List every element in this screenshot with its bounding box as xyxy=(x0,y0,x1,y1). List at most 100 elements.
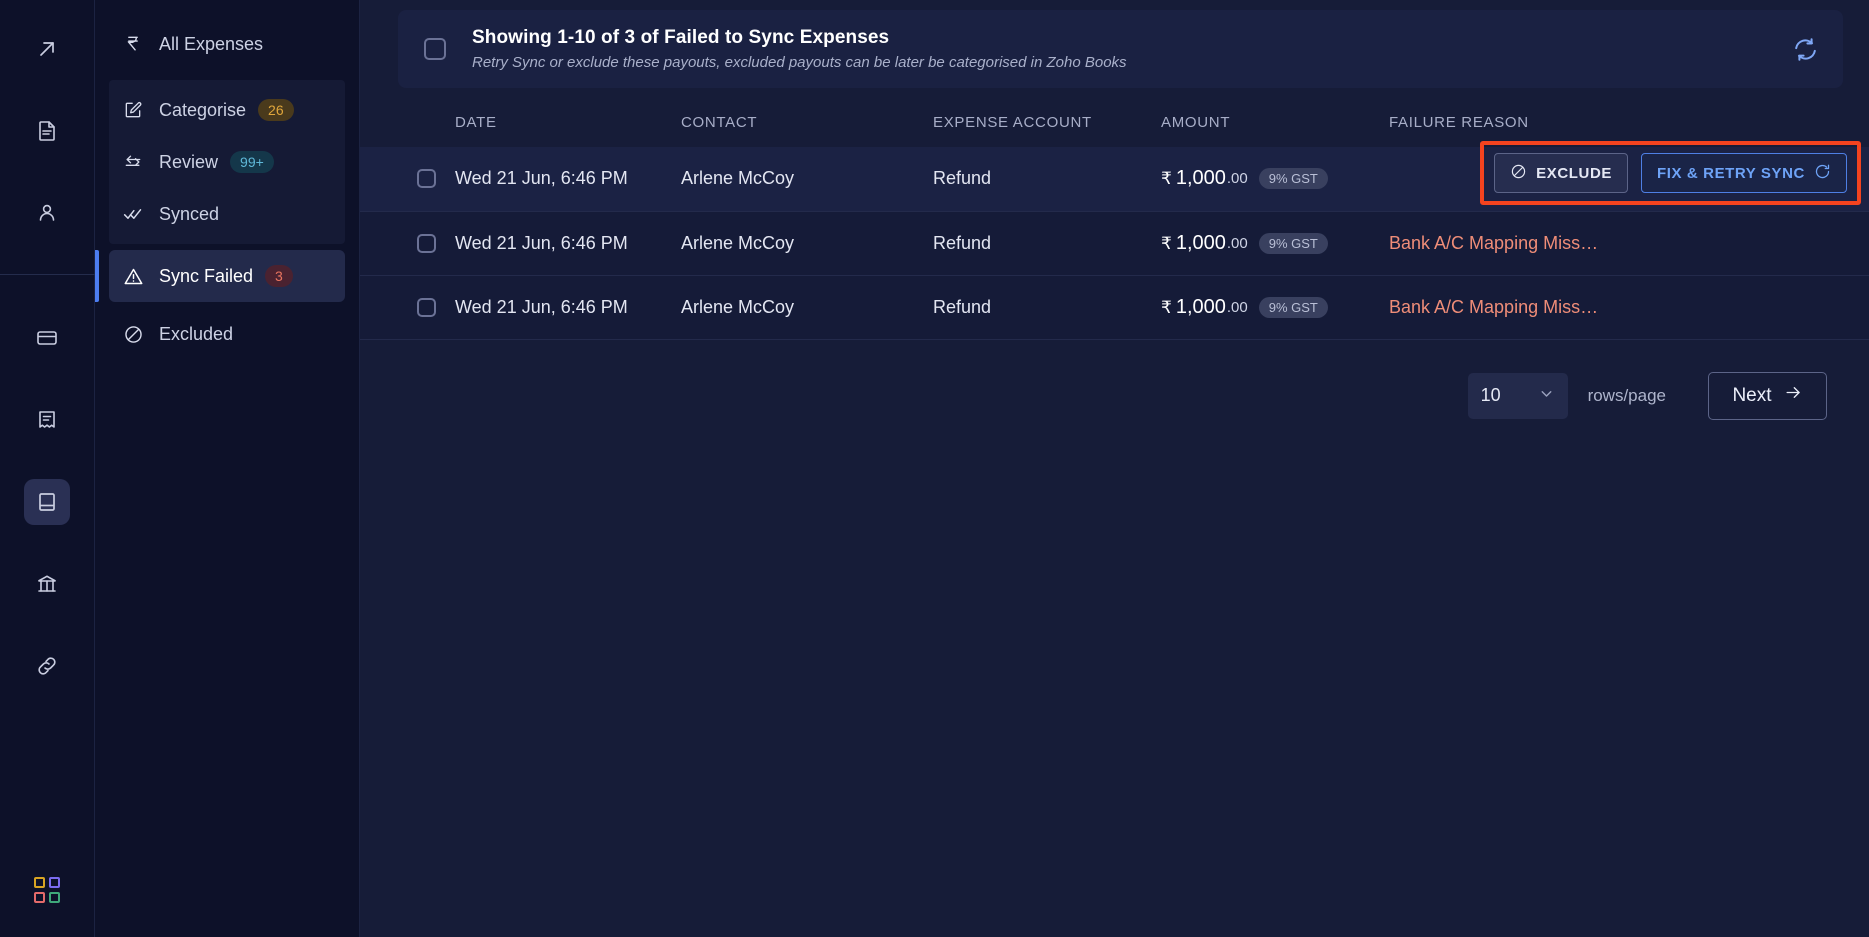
double-check-icon xyxy=(123,204,149,224)
grid-logo-square-4 xyxy=(49,892,60,903)
row-checkbox-cell xyxy=(360,275,455,339)
amount-value: ₹1,000 xyxy=(1161,167,1226,190)
arrow-right-icon xyxy=(1784,383,1803,408)
grid-logo-square-1 xyxy=(34,877,45,888)
list-header-card: Showing 1-10 of 3 of Failed to Sync Expe… xyxy=(398,10,1843,88)
expenses-table: DATE CONTACT EXPENSE ACCOUNT AMOUNT FAIL… xyxy=(360,88,1869,340)
table-row[interactable]: Wed 21 Jun, 6:46 PM Arlene McCoy Refund … xyxy=(360,211,1869,275)
sidebar-item-synced[interactable]: Synced xyxy=(109,188,345,240)
grid-logo-square-3 xyxy=(34,892,45,903)
person-icon[interactable] xyxy=(24,190,70,236)
main-content: Showing 1-10 of 3 of Failed to Sync Expe… xyxy=(360,0,1869,937)
col-header-contact: CONTACT xyxy=(681,88,933,147)
cell-date: Wed 21 Jun, 6:46 PM xyxy=(455,275,681,339)
sidebar-item-label: Categorise xyxy=(159,99,247,120)
edit-square-icon xyxy=(123,100,149,120)
col-header-checkbox xyxy=(360,88,455,147)
warning-triangle-icon xyxy=(123,266,149,287)
currency-symbol: ₹ xyxy=(1161,169,1172,189)
table-head: DATE CONTACT EXPENSE ACCOUNT AMOUNT FAIL… xyxy=(360,88,1869,147)
row-checkbox[interactable] xyxy=(417,169,436,189)
row-checkbox-cell xyxy=(360,211,455,275)
amount-number: 1,000 xyxy=(1175,231,1226,254)
refresh-icon xyxy=(1814,163,1831,184)
link-icon[interactable] xyxy=(24,643,70,689)
exclude-button-label: EXCLUDE xyxy=(1536,164,1613,182)
amount-number: 1,000 xyxy=(1175,295,1226,318)
row-checkbox[interactable] xyxy=(417,297,436,317)
card-icon[interactable] xyxy=(24,315,70,361)
sidebar-group: Categorise 26 Review 99+ Synced xyxy=(109,80,345,244)
sidebar-badge-categorise: 26 xyxy=(258,99,294,121)
col-header-expense-account: EXPENSE ACCOUNT xyxy=(933,88,1161,147)
currency-symbol: ₹ xyxy=(1161,233,1172,253)
grid-logo[interactable] xyxy=(34,877,60,903)
sidebar-item-all-expenses[interactable]: All Expenses xyxy=(109,18,345,70)
book-icon[interactable] xyxy=(24,479,70,525)
cell-contact: Arlene McCoy xyxy=(681,211,933,275)
sidebar-item-sync-failed[interactable]: Sync Failed 3 xyxy=(95,250,345,302)
fix-retry-sync-button[interactable]: FIX & RETRY SYNC xyxy=(1641,153,1847,193)
cell-expense-account: Refund xyxy=(933,147,1161,211)
next-page-button[interactable]: Next xyxy=(1708,371,1827,420)
amount-decimals: .00 xyxy=(1226,234,1248,252)
amount-value: ₹1,000 xyxy=(1161,232,1226,255)
page-title: Showing 1-10 of 3 of Failed to Sync Expe… xyxy=(472,27,890,48)
currency-symbol: ₹ xyxy=(1161,297,1172,317)
ban-icon xyxy=(123,324,149,345)
bank-icon[interactable] xyxy=(24,561,70,607)
col-header-amount: AMOUNT xyxy=(1161,88,1389,147)
receipt-icon[interactable] xyxy=(24,397,70,443)
cell-contact: Arlene McCoy xyxy=(681,275,933,339)
ban-icon xyxy=(1510,163,1527,184)
grid-logo-square-2 xyxy=(49,877,60,888)
secondary-sidebar: All Expenses Categorise 26 Review 99+ Sy… xyxy=(95,0,360,937)
cell-failure-reason: Bank A/C Mapping Miss… xyxy=(1389,275,1869,339)
header-texts: Showing 1-10 of 3 of Failed to Sync Expe… xyxy=(472,27,1792,71)
sidebar-list: All Expenses Categorise 26 Review 99+ Sy… xyxy=(95,18,359,360)
arrow-up-right-icon[interactable] xyxy=(24,26,70,72)
cell-expense-account: Refund xyxy=(933,275,1161,339)
sidebar-item-review[interactable]: Review 99+ xyxy=(109,136,345,188)
cell-date: Wed 21 Jun, 6:46 PM xyxy=(455,211,681,275)
sidebar-item-label: All Expenses xyxy=(159,33,264,54)
sidebar-badge-review: 99+ xyxy=(230,151,274,173)
amount-group: ₹1,000.00 9% GST xyxy=(1161,296,1389,319)
sidebar-item-categorise[interactable]: Categorise 26 xyxy=(109,84,345,136)
sidebar-item-label: Sync Failed xyxy=(159,265,254,286)
sidebar-item-label: Synced xyxy=(159,203,220,224)
amount-group: ₹1,000.00 9% GST xyxy=(1161,232,1389,255)
row-checkbox-cell xyxy=(360,147,455,211)
cell-date: Wed 21 Jun, 6:46 PM xyxy=(455,147,681,211)
sidebar-item-excluded[interactable]: Excluded xyxy=(109,308,345,360)
sidebar-item-label: Review xyxy=(159,151,219,172)
cell-contact: Arlene McCoy xyxy=(681,147,933,211)
exclude-button[interactable]: EXCLUDE xyxy=(1494,153,1629,193)
amount-number: 1,000 xyxy=(1175,167,1226,190)
gst-badge: 9% GST xyxy=(1258,232,1328,254)
sidebar-badge-sync-failed: 3 xyxy=(265,265,293,287)
select-all-checkbox[interactable] xyxy=(424,38,446,60)
gst-badge: 9% GST xyxy=(1258,296,1328,318)
arrows-swap-icon xyxy=(123,152,149,172)
col-header-date: DATE xyxy=(455,88,681,147)
failure-reason-text[interactable]: Bank A/C Mapping Miss… xyxy=(1389,297,1598,317)
amount-decimals: .00 xyxy=(1226,170,1248,188)
document-icon[interactable] xyxy=(24,108,70,154)
row-checkbox[interactable] xyxy=(417,233,436,253)
amount-group: ₹1,000.00 9% GST xyxy=(1161,167,1389,190)
refresh-icon[interactable] xyxy=(1792,36,1819,63)
table-row[interactable]: Wed 21 Jun, 6:46 PM Arlene McCoy Refund … xyxy=(360,275,1869,339)
rail-divider xyxy=(0,274,95,275)
rupee-icon xyxy=(123,34,149,54)
pagination: 10 rows/page Next xyxy=(360,340,1869,420)
page-subtitle: Retry Sync or exclude these payouts, exc… xyxy=(472,54,1127,71)
cell-amount: ₹1,000.00 9% GST xyxy=(1161,211,1389,275)
row-actions-highlight: EXCLUDE FIX & RETRY SYNC xyxy=(1480,141,1861,205)
rows-per-page-label: rows/page xyxy=(1587,385,1666,405)
amount-decimals: .00 xyxy=(1226,298,1248,316)
rows-per-page-select[interactable]: 10 xyxy=(1467,372,1568,419)
failure-reason-text[interactable]: Bank A/C Mapping Miss… xyxy=(1389,233,1598,253)
row-actions: EXCLUDE FIX & RETRY SYNC xyxy=(1494,153,1847,193)
chevron-down-icon xyxy=(1538,385,1555,407)
